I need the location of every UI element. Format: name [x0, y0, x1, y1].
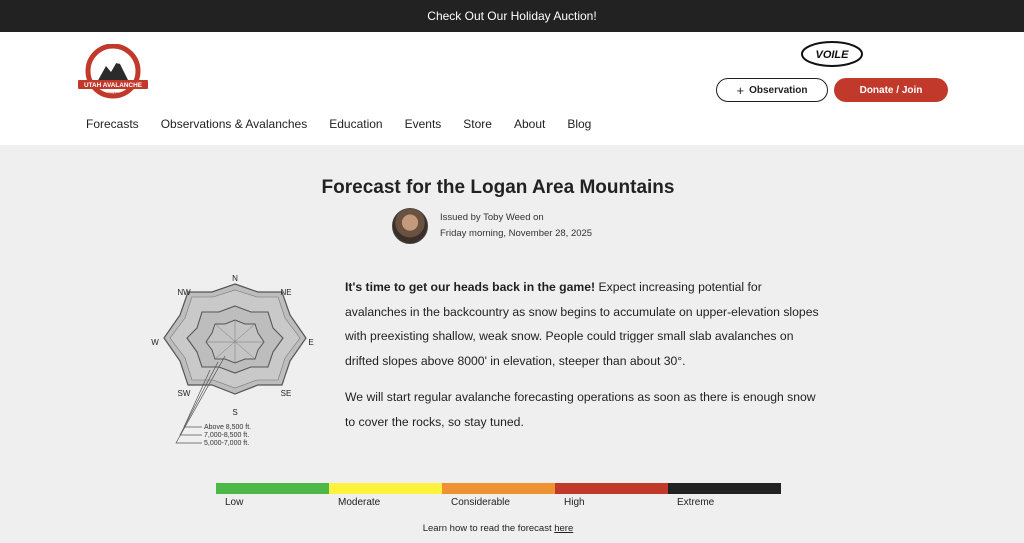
scale-low: [216, 483, 329, 494]
elev-low: 5,000-7,000 ft.: [204, 440, 249, 447]
rose-inner-ring: [205, 319, 265, 364]
learn-here-link[interactable]: here: [554, 523, 573, 534]
banner-text[interactable]: Check Out Our Holiday Auction!: [427, 9, 596, 23]
forecast-paragraph-2: We will start regular avalanche forecast…: [345, 390, 816, 429]
nav-item-observations[interactable]: Observations & Avalanches: [161, 117, 308, 131]
logo-subtext: CENTER: [105, 91, 122, 96]
scale-considerable: [442, 483, 555, 494]
scale-label-moderate: Moderate: [338, 497, 381, 508]
donate-button[interactable]: Donate / Join: [834, 78, 948, 102]
issued-date: Friday morning, November 28, 2025: [440, 228, 593, 239]
scale-label-low: Low: [225, 497, 244, 508]
top-banner[interactable]: Check Out Our Holiday Auction!: [0, 0, 1024, 32]
elev-high: Above 8,500 ft.: [204, 424, 251, 431]
dir-n: N: [232, 274, 238, 283]
danger-rose: N NE E SE S SW W NW Above 8,500 ft. 7,00…: [151, 274, 313, 447]
bottom-line: It's time to get our heads back in the g…: [345, 275, 825, 446]
learn-forecast: Learn how to read the forecast here: [0, 523, 996, 534]
observation-button[interactable]: + Observation: [716, 78, 828, 102]
logo-text: UTAH AVALANCHE: [84, 82, 143, 89]
nav-item-about[interactable]: About: [514, 117, 545, 131]
dir-sw: SW: [178, 389, 191, 398]
dir-w: W: [151, 338, 159, 347]
scale-high: [555, 483, 668, 494]
plus-icon: +: [736, 82, 745, 98]
dir-se: SE: [281, 389, 292, 398]
observation-label: Observation: [749, 84, 808, 96]
dir-s: S: [232, 408, 237, 417]
donate-label: Donate / Join: [859, 84, 923, 96]
scale-extreme: [668, 483, 781, 494]
scale-label-extreme: Extreme: [677, 497, 715, 508]
nav-item-education[interactable]: Education: [329, 117, 382, 131]
danger-scale: [216, 483, 781, 494]
nav-item-events[interactable]: Events: [405, 117, 442, 131]
scale-moderate: [329, 483, 442, 494]
nav-item-forecasts[interactable]: Forecasts: [86, 117, 139, 131]
dir-e: E: [308, 338, 313, 347]
danger-scale-labels: Low Moderate Considerable High Extreme: [216, 497, 781, 508]
forecast-paragraph-1: It's time to get our heads back in the g…: [345, 275, 825, 373]
scale-label-high: High: [564, 497, 585, 508]
main-nav: Forecasts Observations & Avalanches Educ…: [86, 117, 613, 131]
nav-item-blog[interactable]: Blog: [567, 117, 591, 131]
issued-by: Issued by Toby Weed on: [440, 212, 544, 223]
author-info: Issued by Toby Weed on Friday morning, N…: [392, 208, 592, 244]
uac-logo[interactable]: UTAH AVALANCHE CENTER: [76, 44, 150, 102]
forecast-headline: It's time to get our heads back in the g…: [345, 280, 596, 294]
nav-item-store[interactable]: Store: [463, 117, 492, 131]
scale-label-considerable: Considerable: [451, 497, 510, 508]
page-title: Forecast for the Logan Area Mountains: [321, 177, 675, 198]
dir-nw: NW: [177, 288, 191, 297]
learn-prefix: Learn how to read the forecast: [422, 523, 555, 534]
author-avatar: [392, 208, 428, 244]
sponsor-text: VOILE: [815, 49, 849, 61]
voile-logo[interactable]: VOILE: [800, 40, 864, 68]
dir-ne: NE: [280, 288, 291, 297]
site-header: UTAH AVALANCHE CENTER VOILE + Observatio…: [0, 32, 1024, 145]
elev-mid: 7,000-8,500 ft.: [204, 432, 249, 439]
